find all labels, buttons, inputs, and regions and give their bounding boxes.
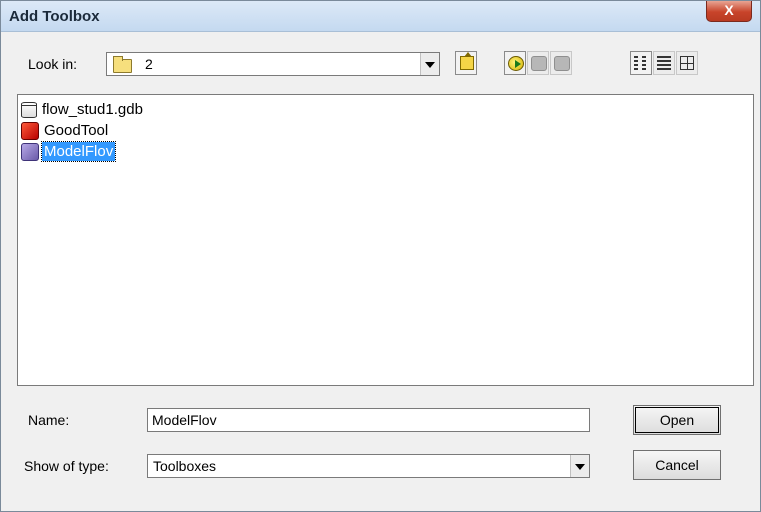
list-item-label: GoodTool: [44, 122, 109, 139]
show-of-type-dropdown-button[interactable]: [570, 455, 589, 477]
up-one-level-button[interactable]: [455, 51, 477, 75]
open-button[interactable]: Open: [633, 405, 721, 435]
list-item[interactable]: GoodTool: [21, 121, 110, 140]
list-item-label: ModelFlov: [40, 141, 117, 162]
look-in-value: 2: [145, 56, 153, 72]
cancel-button[interactable]: Cancel: [633, 450, 721, 480]
connect-to-folder-button[interactable]: [504, 51, 526, 75]
list-item-selected[interactable]: ModelFlov: [21, 141, 117, 162]
details-view-button[interactable]: [653, 51, 675, 75]
add-toolbox-dialog: Add Toolbox X Look in: 2 flow_stud1.gdb …: [0, 0, 761, 512]
close-button[interactable]: X: [706, 1, 752, 22]
dialog-title: Add Toolbox: [9, 8, 100, 25]
list-item-label: flow_stud1.gdb: [42, 101, 143, 118]
connect-folder-icon: [508, 56, 524, 71]
title-bar: Add Toolbox X: [1, 1, 760, 32]
file-list[interactable]: flow_stud1.gdb GoodTool ModelFlov: [17, 94, 754, 386]
geodatabase-icon: [21, 101, 37, 118]
new-item-button[interactable]: [550, 51, 572, 75]
disconnect-icon: [531, 56, 547, 71]
close-icon: X: [724, 2, 734, 18]
list-view-button[interactable]: [630, 51, 652, 75]
list-item[interactable]: flow_stud1.gdb: [21, 100, 145, 119]
look-in-combobox[interactable]: 2: [106, 52, 440, 76]
up-folder-icon: [460, 52, 474, 70]
dialog-body: Look in: 2 flow_stud1.gdb GoodTool Model…: [2, 32, 759, 511]
look-in-dropdown-button[interactable]: [420, 53, 439, 75]
toolbox-icon: [21, 142, 39, 161]
list-view-icon: [634, 56, 648, 70]
details-view-icon: [657, 56, 671, 70]
disconnect-folder-button[interactable]: [527, 51, 549, 75]
folder-icon: [113, 56, 132, 73]
look-in-label: Look in:: [28, 56, 78, 72]
toolbox-icon: [21, 121, 39, 140]
name-input[interactable]: [147, 408, 590, 432]
thumbnails-view-button[interactable]: [676, 51, 698, 75]
show-of-type-label: Show of type:: [24, 458, 109, 474]
show-of-type-combobox[interactable]: Toolboxes: [147, 454, 590, 478]
name-label: Name:: [28, 412, 70, 428]
thumbnails-view-icon: [680, 56, 694, 70]
new-item-icon: [554, 56, 570, 71]
show-of-type-value: Toolboxes: [153, 458, 217, 474]
